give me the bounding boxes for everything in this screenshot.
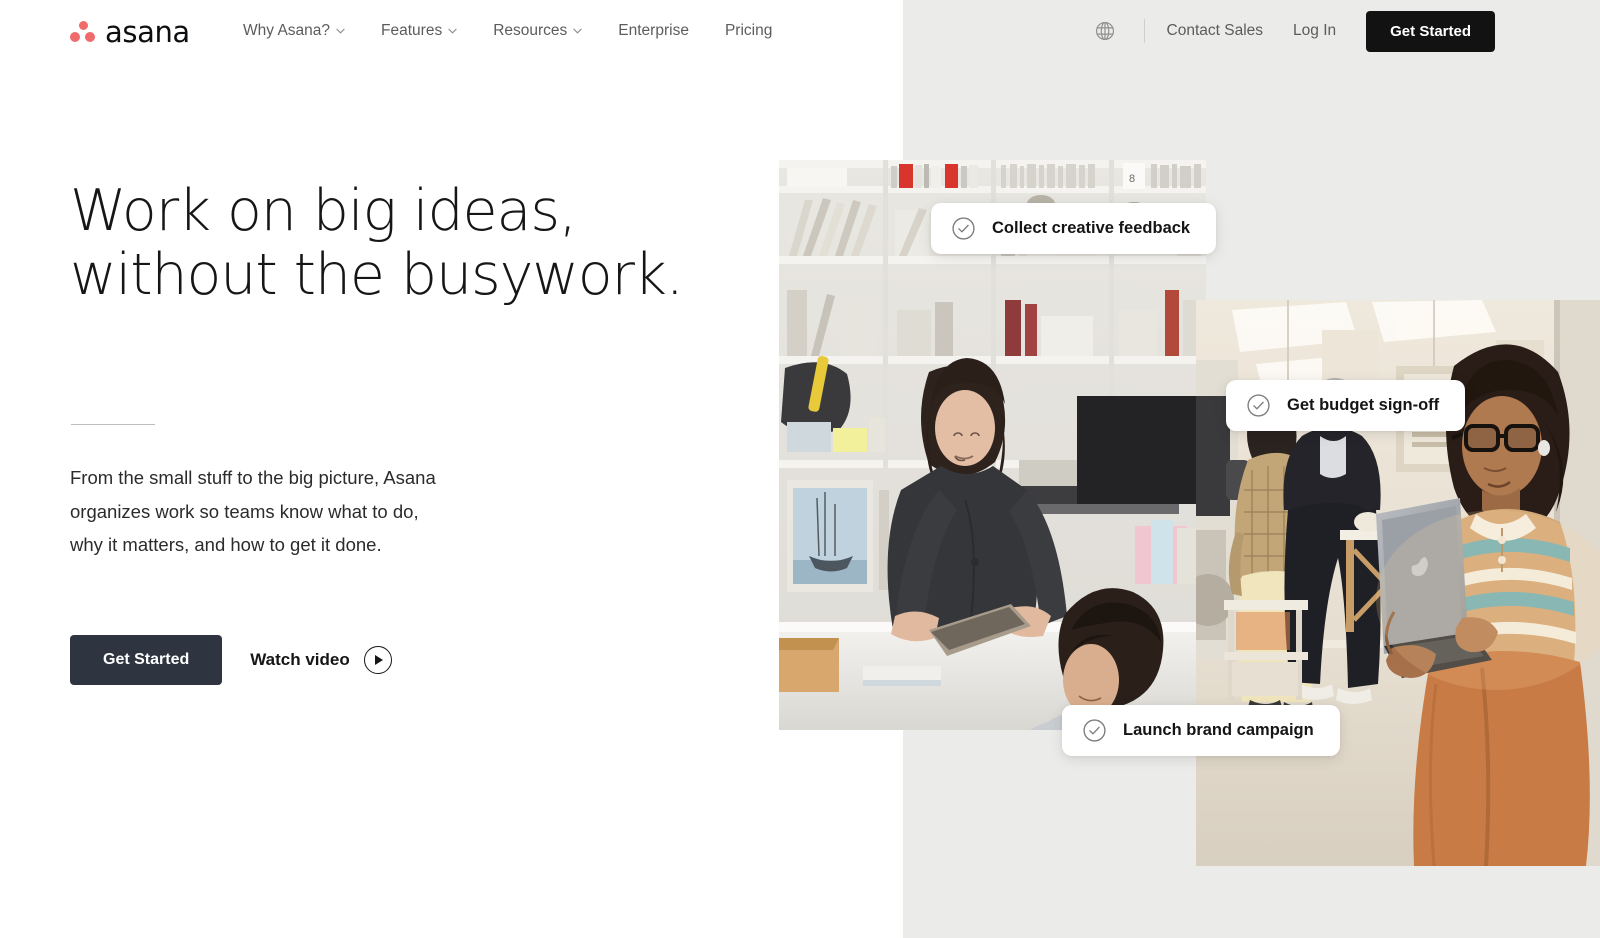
feature-card-budget-signoff[interactable]: Get budget sign-off (1226, 380, 1466, 431)
chevron-down-icon (573, 28, 582, 37)
nav-item-enterprise[interactable]: Enterprise (618, 22, 709, 40)
top-navigation: asana Why Asana? Features Resources Ente… (0, 0, 1600, 62)
hero-subtitle: From the small stuff to the big picture,… (70, 466, 436, 556)
page-title: Work on big ideas, without the busywork. (70, 178, 684, 308)
nav-divider (1143, 19, 1145, 43)
hero-divider (71, 423, 155, 425)
primary-nav-links: Why Asana? Features Resources Enterprise (243, 0, 792, 62)
hero-cta-row: Get Started Watch video (70, 635, 710, 686)
globe-icon[interactable] (1094, 20, 1116, 42)
hero-get-started-button[interactable]: Get Started (70, 635, 223, 686)
nav-item-why-asana[interactable]: Why Asana? (243, 22, 365, 40)
watch-video-button[interactable]: Watch video (250, 646, 392, 675)
nav-item-label: Pricing (724, 22, 773, 39)
page-root: asana Why Asana? Features Resources Ente… (0, 0, 1600, 938)
nav-item-label: Resources (493, 22, 568, 39)
feature-card-collect-feedback[interactable]: Collect creative feedback (931, 203, 1217, 254)
feature-card-label: Collect creative feedback (992, 219, 1191, 237)
check-circle-icon (951, 216, 976, 241)
nav-actions: Contact Sales Log In Get Started (1094, 0, 1600, 62)
check-circle-icon (1246, 393, 1271, 418)
nav-item-label: Features (381, 22, 443, 39)
asana-dots-logo-icon (70, 21, 96, 43)
hero-content: Work on big ideas, without the busywork.… (70, 178, 710, 686)
brand-name: asana (105, 14, 190, 49)
nav-item-label: Enterprise (618, 22, 689, 39)
nav-item-label: Why Asana? (243, 22, 331, 39)
nav-item-pricing[interactable]: Pricing (725, 22, 792, 40)
feature-card-label: Launch brand campaign (1123, 721, 1314, 739)
log-in-link[interactable]: Log In (1293, 22, 1336, 40)
nav-item-resources[interactable]: Resources (493, 22, 602, 40)
chevron-down-icon (448, 28, 457, 37)
contact-sales-link[interactable]: Contact Sales (1167, 22, 1264, 40)
chevron-down-icon (336, 28, 345, 37)
play-circle-icon (363, 646, 392, 675)
watch-video-label: Watch video (250, 650, 350, 670)
asana-logo[interactable]: asana (70, 16, 190, 48)
nav-get-started-button[interactable]: Get Started (1366, 10, 1495, 52)
feature-card-launch-campaign[interactable]: Launch brand campaign (1062, 705, 1340, 756)
feature-card-label: Get budget sign-off (1287, 396, 1440, 414)
nav-item-features[interactable]: Features (381, 22, 477, 40)
check-circle-icon (1082, 718, 1107, 743)
svg-text:8: 8 (1129, 173, 1135, 185)
